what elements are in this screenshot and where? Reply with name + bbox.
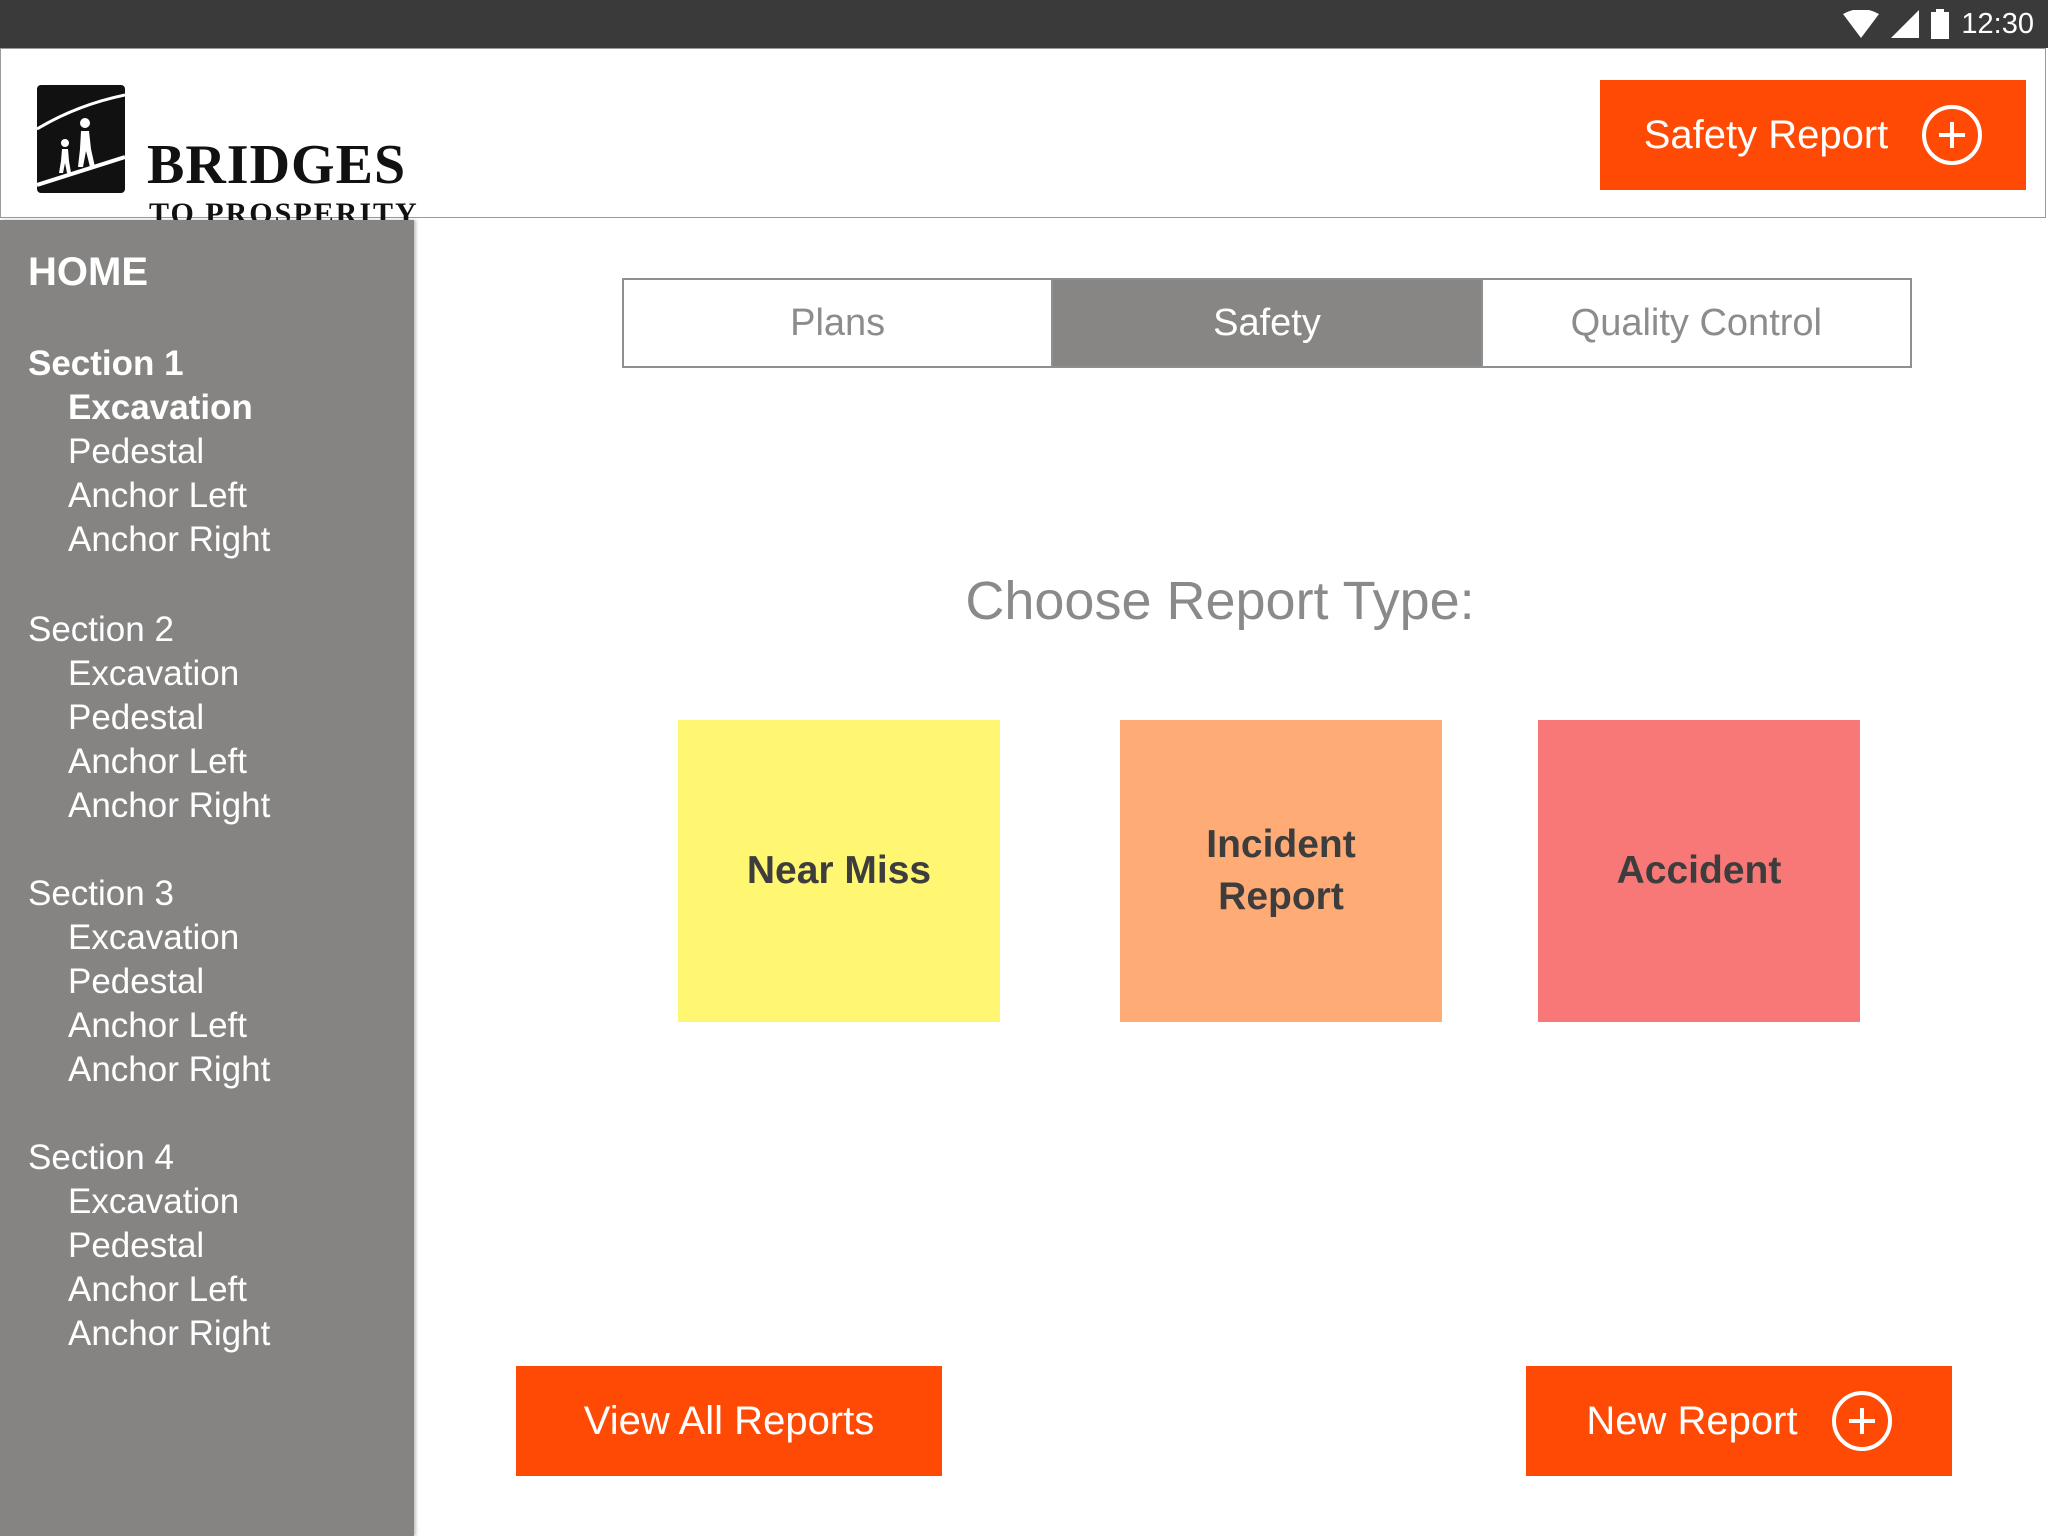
sidebar-item-pedestal[interactable]: Pedestal [28, 960, 270, 1004]
sidebar-item-excavation[interactable]: Excavation [28, 916, 270, 960]
wifi-icon [1843, 10, 1880, 38]
sidebar-item-anchor-left[interactable]: Anchor Left [28, 740, 270, 784]
sidebar-section-4: Section 4 Excavation Pedestal Anchor Lef… [28, 1136, 270, 1356]
tab-safety[interactable]: Safety [1053, 280, 1483, 366]
battery-icon [1931, 9, 1950, 39]
near-miss-label: Near Miss [746, 849, 932, 892]
accident-card[interactable]: Accident [1538, 720, 1860, 1022]
sidebar-item-anchor-left[interactable]: Anchor Left [28, 1004, 270, 1048]
sidebar-section-2: Section 2 Excavation Pedestal Anchor Lef… [28, 608, 270, 828]
sidebar-section-title[interactable]: Section 1 [28, 342, 270, 386]
sidebar-item-anchor-left[interactable]: Anchor Left [28, 474, 270, 518]
tab-plans[interactable]: Plans [624, 280, 1054, 366]
sidebar-item-anchor-right[interactable]: Anchor Right [28, 518, 270, 562]
sidebar-item-excavation[interactable]: Excavation [28, 652, 270, 696]
sidebar-item-pedestal[interactable]: Pedestal [28, 1224, 270, 1268]
sidebar-item-pedestal[interactable]: Pedestal [28, 430, 270, 474]
sidebar-item-anchor-left[interactable]: Anchor Left [28, 1268, 270, 1312]
accident-label: Accident [1616, 849, 1782, 892]
sidebar-section-title[interactable]: Section 4 [28, 1136, 270, 1180]
brand-title: BRIDGES [147, 134, 407, 196]
sidebar-item-anchor-right[interactable]: Anchor Right [28, 1048, 270, 1092]
status-time: 12:30 [1961, 7, 2034, 40]
sidebar-item-excavation[interactable]: Excavation [28, 386, 270, 430]
sidebar-section-1: Section 1 Excavation Pedestal Anchor Lef… [28, 342, 270, 562]
status-bar: 12:30 [0, 0, 2048, 48]
status-indicators: 12:30 [1843, 0, 2034, 48]
tab-bar: Plans Safety Quality Control [622, 278, 1912, 368]
new-report-button[interactable]: New Report [1526, 1366, 1952, 1476]
sidebar-section-3: Section 3 Excavation Pedestal Anchor Lef… [28, 872, 270, 1092]
incident-report-card[interactable]: Incident Report [1120, 720, 1442, 1022]
incident-report-label: Incident Report [1206, 823, 1356, 918]
bridge-logo-icon [37, 85, 125, 193]
view-all-reports-label: View All Reports [583, 1398, 875, 1443]
sidebar-item-pedestal[interactable]: Pedestal [28, 696, 270, 740]
safety-report-label: Safety Report [1643, 112, 1889, 157]
plus-circle-icon [1922, 105, 1983, 165]
new-report-label: New Report [1586, 1398, 1798, 1443]
tab-quality-control[interactable]: Quality Control [1482, 280, 1910, 366]
report-type-heading: Choose Report Type: [965, 571, 1475, 631]
safety-report-button[interactable]: Safety Report [1600, 80, 2026, 190]
sidebar-item-excavation[interactable]: Excavation [28, 1180, 270, 1224]
sidebar-section-title[interactable]: Section 3 [28, 872, 270, 916]
sidebar-home[interactable]: HOME [28, 248, 148, 296]
near-miss-card[interactable]: Near Miss [678, 720, 1000, 1022]
cell-signal-icon [1891, 10, 1920, 38]
view-all-reports-button[interactable]: View All Reports [516, 1366, 942, 1476]
sidebar-item-anchor-right[interactable]: Anchor Right [28, 1312, 270, 1356]
sidebar-section-title[interactable]: Section 2 [28, 608, 270, 652]
sidebar-item-anchor-right[interactable]: Anchor Right [28, 784, 270, 828]
plus-circle-icon [1831, 1391, 1892, 1451]
